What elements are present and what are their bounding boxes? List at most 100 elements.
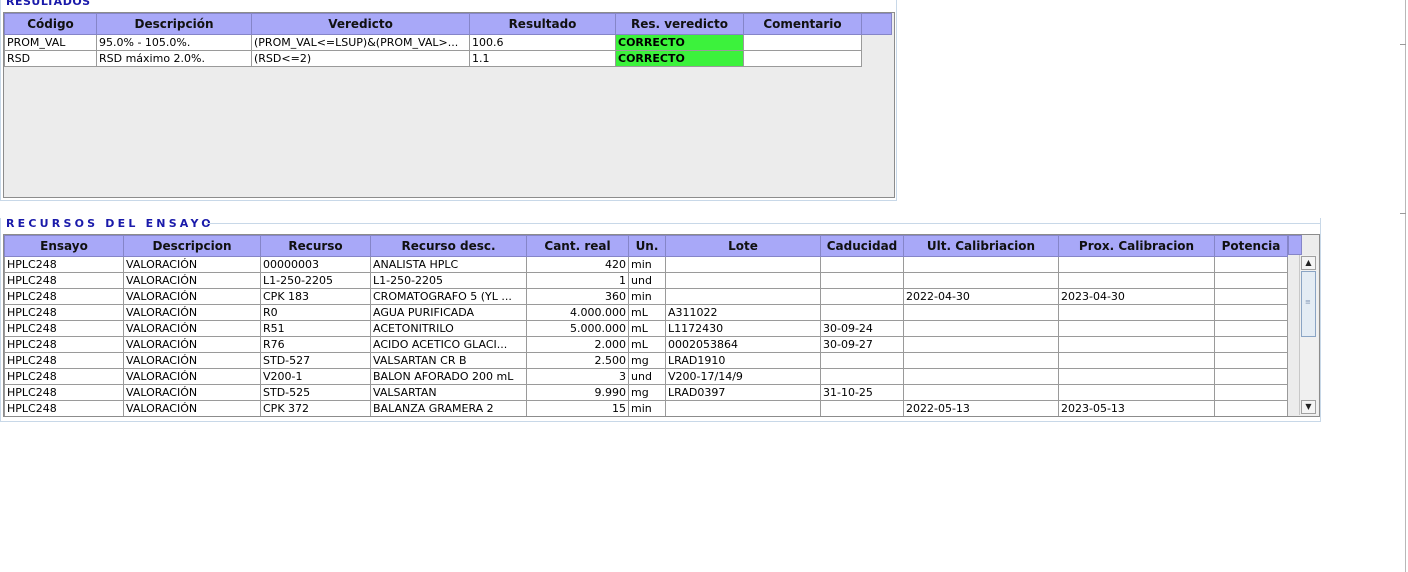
recursos-cell-lote[interactable]: 0002053864 — [665, 336, 821, 353]
recursos-cell-ult-calibriacion[interactable] — [903, 352, 1059, 369]
column-header-recurso[interactable]: Recurso — [260, 235, 371, 257]
recursos-cell-recurso[interactable]: STD-527 — [260, 352, 371, 369]
recursos-cell-ult-calibriacion[interactable] — [903, 336, 1059, 353]
resultados-cell-resultado[interactable]: 1.1 — [469, 50, 616, 67]
column-header-descripcion[interactable]: Descripción — [96, 13, 252, 35]
recursos-cell-caducidad[interactable] — [820, 352, 904, 369]
recursos-cell-prox-calibracion[interactable] — [1058, 272, 1215, 289]
recursos-cell-cant-real[interactable]: 4.000.000 — [526, 304, 629, 321]
recursos-cell-ult-calibriacion[interactable] — [903, 320, 1059, 337]
recursos-cell-potencia[interactable] — [1214, 352, 1288, 369]
recursos-cell-potencia[interactable] — [1214, 256, 1288, 273]
column-header-descripcion[interactable]: Descripcion — [123, 235, 261, 257]
recursos-cell-recurso-desc[interactable]: CROMATOGRAFO 5 (YL ... — [370, 288, 527, 305]
recursos-cell-potencia[interactable] — [1214, 304, 1288, 321]
resultados-cell-descripcion[interactable]: RSD máximo 2.0%. — [96, 50, 252, 67]
recursos-cell-lote[interactable]: A311022 — [665, 304, 821, 321]
recursos-cell-descripcion[interactable]: VALORACIÓN — [123, 368, 261, 385]
recursos-cell-un[interactable]: mL — [628, 304, 666, 321]
resultados-cell-comentario[interactable] — [743, 34, 862, 51]
recursos-cell-potencia[interactable] — [1214, 320, 1288, 337]
recursos-cell-un[interactable]: min — [628, 256, 666, 273]
recursos-cell-ensayo[interactable]: HPLC248 — [4, 336, 124, 353]
recursos-cell-recurso-desc[interactable]: ACIDO ACETICO GLACI... — [370, 336, 527, 353]
recursos-cell-caducidad[interactable] — [820, 304, 904, 321]
recursos-cell-recurso-desc[interactable]: L1-250-2205 — [370, 272, 527, 289]
recursos-cell-cant-real[interactable]: 9.990 — [526, 384, 629, 401]
recursos-cell-recurso[interactable]: R76 — [260, 336, 371, 353]
resultados-cell-veredicto[interactable]: (PROM_VAL<=LSUP)&(PROM_VAL>... — [251, 34, 470, 51]
recursos-cell-descripcion[interactable]: VALORACIÓN — [123, 288, 261, 305]
recursos-cell-recurso[interactable]: 00000003 — [260, 256, 371, 273]
recursos-cell-cant-real[interactable]: 5.000.000 — [526, 320, 629, 337]
recursos-cell-potencia[interactable] — [1214, 384, 1288, 401]
resultados-cell-res-veredicto[interactable]: CORRECTO — [615, 50, 744, 67]
recursos-cell-un[interactable]: min — [628, 400, 666, 416]
recursos-cell-ensayo[interactable]: HPLC248 — [4, 320, 124, 337]
recursos-cell-un[interactable]: mL — [628, 336, 666, 353]
recursos-cell-caducidad[interactable]: 30-09-24 — [820, 320, 904, 337]
recursos-cell-cant-real[interactable]: 2.500 — [526, 352, 629, 369]
recursos-cell-descripcion[interactable]: VALORACIÓN — [123, 320, 261, 337]
recursos-cell-ensayo[interactable]: HPLC248 — [4, 288, 124, 305]
recursos-cell-un[interactable]: und — [628, 368, 666, 385]
scroll-thumb[interactable]: ≡ — [1301, 271, 1316, 337]
recursos-cell-potencia[interactable] — [1214, 336, 1288, 353]
recursos-cell-lote[interactable] — [665, 400, 821, 416]
column-header-codigo[interactable]: Código — [4, 13, 97, 35]
recursos-cell-ult-calibriacion[interactable] — [903, 304, 1059, 321]
recursos-cell-recurso-desc[interactable]: ANALISTA HPLC — [370, 256, 527, 273]
column-header-potencia[interactable]: Potencia — [1214, 235, 1288, 257]
recursos-cell-caducidad[interactable] — [820, 272, 904, 289]
recursos-cell-lote[interactable] — [665, 272, 821, 289]
recursos-cell-recurso-desc[interactable]: AGUA PURIFICADA — [370, 304, 527, 321]
recursos-cell-caducidad[interactable]: 30-09-27 — [820, 336, 904, 353]
resultados-cell-veredicto[interactable]: (RSD<=2) — [251, 50, 470, 67]
resultados-cell-codigo[interactable]: PROM_VAL — [4, 34, 97, 51]
recursos-cell-caducidad[interactable] — [820, 368, 904, 385]
resultados-table-row[interactable]: RSD RSD máximo 2.0%. (RSD<=2) 1.1 CORRECTO — [4, 50, 892, 67]
recursos-cell-recurso[interactable]: R0 — [260, 304, 371, 321]
column-header-ensayo[interactable]: Ensayo — [4, 235, 124, 257]
column-header-prox-calibracion[interactable]: Prox. Calibracion — [1058, 235, 1215, 257]
recursos-cell-ensayo[interactable]: HPLC248 — [4, 256, 124, 273]
recursos-cell-un[interactable]: min — [628, 288, 666, 305]
recursos-cell-caducidad[interactable] — [820, 400, 904, 416]
recursos-cell-prox-calibracion[interactable] — [1058, 256, 1215, 273]
column-header-ult-calibriacion[interactable]: Ult. Calibriacion — [903, 235, 1059, 257]
recursos-cell-prox-calibracion[interactable] — [1058, 368, 1215, 385]
recursos-cell-caducidad[interactable] — [820, 256, 904, 273]
recursos-table-row[interactable]: HPLC248 VALORACIÓN STD-527 VALSARTAN CR B 2.… — [4, 352, 1288, 369]
recursos-cell-potencia[interactable] — [1214, 400, 1288, 416]
column-header-un[interactable]: Un. — [628, 235, 666, 257]
recursos-cell-ensayo[interactable]: HPLC248 — [4, 400, 124, 416]
recursos-cell-un[interactable]: mg — [628, 384, 666, 401]
recursos-cell-recurso-desc[interactable]: VALSARTAN CR B — [370, 352, 527, 369]
column-header-comentario[interactable]: Comentario — [743, 13, 862, 35]
recursos-table-row[interactable]: HPLC248 VALORACIÓN R51 ACETONITRILO 5.000.00… — [4, 320, 1288, 337]
recursos-cell-potencia[interactable] — [1214, 272, 1288, 289]
column-header-resultado[interactable]: Resultado — [469, 13, 616, 35]
resultados-cell-res-veredicto[interactable]: CORRECTO — [615, 34, 744, 51]
recursos-table-row[interactable]: HPLC248 VALORACIÓN 00000003 ANALISTA HPLC 42… — [4, 256, 1288, 273]
recursos-cell-recurso[interactable]: STD-525 — [260, 384, 371, 401]
recursos-cell-caducidad[interactable]: 31-10-25 — [820, 384, 904, 401]
recursos-cell-ensayo[interactable]: HPLC248 — [4, 304, 124, 321]
recursos-table-row[interactable]: HPLC248 VALORACIÓN R0 AGUA PURIFICADA 4.000.… — [4, 304, 1288, 321]
recursos-cell-cant-real[interactable]: 360 — [526, 288, 629, 305]
recursos-cell-ult-calibriacion[interactable] — [903, 256, 1059, 273]
recursos-cell-ensayo[interactable]: HPLC248 — [4, 384, 124, 401]
recursos-cell-recurso-desc[interactable]: BALON AFORADO 200 mL — [370, 368, 527, 385]
resultados-cell-codigo[interactable]: RSD — [4, 50, 97, 67]
recursos-table-row[interactable]: HPLC248 VALORACIÓN R76 ACIDO ACETICO GLACI.… — [4, 336, 1288, 353]
recursos-cell-recurso[interactable]: CPK 372 — [260, 400, 371, 416]
recursos-cell-prox-calibracion[interactable] — [1058, 384, 1215, 401]
recursos-table-row[interactable]: HPLC248 VALORACIÓN V200-1 BALON AFORADO 200… — [4, 368, 1288, 385]
recursos-cell-cant-real[interactable]: 420 — [526, 256, 629, 273]
recursos-cell-recurso-desc[interactable]: BALANZA GRAMERA 2 — [370, 400, 527, 416]
recursos-cell-ensayo[interactable]: HPLC248 — [4, 352, 124, 369]
recursos-cell-cant-real[interactable]: 1 — [526, 272, 629, 289]
recursos-cell-descripcion[interactable]: VALORACIÓN — [123, 336, 261, 353]
resultados-cell-resultado[interactable]: 100.6 — [469, 34, 616, 51]
recursos-cell-potencia[interactable] — [1214, 368, 1288, 385]
